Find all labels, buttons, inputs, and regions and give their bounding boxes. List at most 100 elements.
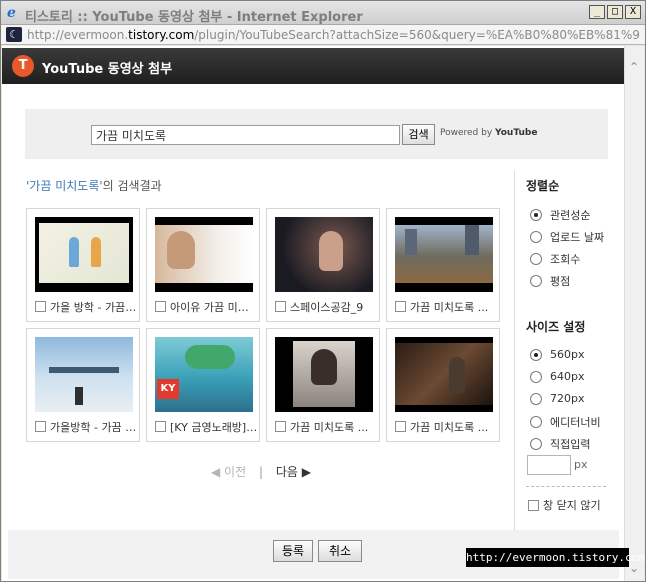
- thumbnail-image: [293, 341, 355, 407]
- radio-button[interactable]: [530, 438, 542, 450]
- keep-open-label: 창 닫지 않기: [543, 499, 601, 512]
- address-url[interactable]: http://evermoon.tistory.com/plugin/YouTu…: [27, 28, 639, 42]
- video-caption: 가을방학 - 가끔 미치도록: [50, 421, 138, 434]
- prev-page-link[interactable]: ◀ 이전: [211, 465, 246, 479]
- thumbnail-image: [275, 217, 373, 292]
- video-checkbox[interactable]: [35, 301, 46, 312]
- size-option-720[interactable]: 720px: [530, 392, 585, 405]
- video-checkbox[interactable]: [35, 421, 46, 432]
- address-bar[interactable]: ☾ http://evermoon.tistory.com/plugin/You…: [1, 25, 645, 45]
- dialog-title: YouTube 동영상 첨부: [42, 62, 173, 77]
- radio-button[interactable]: [530, 275, 542, 287]
- size-option-560[interactable]: 560px: [530, 348, 585, 361]
- radio-button[interactable]: [530, 253, 542, 265]
- thumbnail-image: [39, 223, 129, 283]
- video-thumbnail[interactable]: [275, 217, 373, 292]
- video-thumbnail[interactable]: [35, 337, 133, 412]
- video-caption: 아이유 가끔 미치도록: [170, 301, 258, 314]
- page-content: T YouTube 동영상 첨부 검색 Powered by YouTube '…: [2, 46, 624, 581]
- video-card[interactable]: 가끔 미치도록 ...: [386, 328, 500, 442]
- search-button[interactable]: 검색: [402, 124, 435, 145]
- minimize-button[interactable]: _: [589, 5, 605, 19]
- sort-option-relevance[interactable]: 관련성순: [530, 207, 590, 223]
- keep-open-option[interactable]: 창 닫지 않기: [528, 497, 601, 513]
- size-option-editor-width[interactable]: 에디터너비: [530, 414, 601, 430]
- result-heading: '가끔 미치도록'의 검색결과: [26, 177, 162, 194]
- video-thumbnail[interactable]: [395, 337, 493, 412]
- radio-button[interactable]: [530, 392, 542, 405]
- px-unit-label: px: [574, 458, 588, 471]
- sort-option-rating[interactable]: 평점: [530, 273, 570, 289]
- video-card[interactable]: 가끔 미치도록 ...: [386, 208, 500, 322]
- video-caption: 가끔 미치도록 ...: [410, 301, 489, 314]
- video-caption: 스페이스공감_9: [290, 301, 364, 314]
- sort-option-views[interactable]: 조회수: [530, 251, 580, 267]
- custom-size-input[interactable]: [527, 455, 571, 475]
- url-domain: tistory.com: [128, 28, 195, 42]
- video-checkbox[interactable]: [395, 421, 406, 432]
- url-path: /plugin/YouTubeSearch?attachSize=560&que…: [194, 28, 639, 42]
- video-card[interactable]: KY [KY 금영노래방] 가끔 미치도록: [146, 328, 260, 442]
- size-option-custom[interactable]: 직접입력: [530, 436, 590, 452]
- pagination: ◀ 이전 | 다음 ▶: [211, 463, 311, 480]
- youtube-brand: YouTube: [495, 128, 538, 138]
- maximize-button[interactable]: □: [607, 5, 623, 19]
- size-option-640[interactable]: 640px: [530, 370, 585, 383]
- sort-heading: 정렬순: [526, 179, 560, 193]
- browser-window: e 티스토리 :: YouTube 동영상 첨부 - Internet Expl…: [0, 0, 646, 582]
- size-heading: 사이즈 설정: [526, 320, 586, 334]
- radio-button[interactable]: [530, 416, 542, 428]
- search-input[interactable]: [91, 125, 400, 145]
- video-card[interactable]: 가을방학 - 가끔 미치도록: [26, 328, 140, 442]
- radio-button[interactable]: [530, 231, 542, 243]
- video-caption: 가을 방학 - 가끔 미치도록: [50, 301, 138, 314]
- video-card[interactable]: 가끔 미치도록 ...: [266, 328, 380, 442]
- radio-label: 720px: [550, 392, 585, 405]
- video-thumbnail[interactable]: [155, 217, 253, 292]
- cancel-button[interactable]: 취소: [318, 540, 362, 562]
- video-thumbnail[interactable]: KY: [155, 337, 253, 412]
- sidebar-separator: [526, 486, 606, 487]
- video-checkbox[interactable]: [395, 301, 406, 312]
- video-card[interactable]: 가을 방학 - 가끔 미치도록: [26, 208, 140, 322]
- internet-explorer-icon: e: [7, 5, 16, 21]
- radio-label: 관련성순: [550, 209, 591, 222]
- url-prefix: http://evermoon.: [27, 28, 129, 42]
- video-card[interactable]: 스페이스공감_9: [266, 208, 380, 322]
- radio-label: 직접입력: [550, 438, 591, 451]
- video-checkbox[interactable]: [155, 421, 166, 432]
- powered-by-youtube: Powered by YouTube: [440, 128, 537, 138]
- thumbnail-image: [395, 343, 493, 405]
- radio-label: 업로드 날짜: [550, 231, 605, 244]
- window-controls: _ □ X: [589, 5, 641, 19]
- radio-button[interactable]: [530, 370, 542, 383]
- register-button[interactable]: 등록: [273, 540, 313, 562]
- radio-label: 조회수: [550, 253, 581, 266]
- sidebar-divider: [514, 171, 515, 566]
- radio-label: 640px: [550, 370, 585, 383]
- video-card[interactable]: 아이유 가끔 미치도록: [146, 208, 260, 322]
- title-bar: e 티스토리 :: YouTube 동영상 첨부 - Internet Expl…: [1, 1, 645, 25]
- vertical-scrollbar[interactable]: ⌃ ⌄: [624, 46, 644, 581]
- site-favicon-icon: ☾: [6, 27, 22, 42]
- thumbnail-image: KY: [155, 337, 253, 412]
- video-checkbox[interactable]: [275, 421, 286, 432]
- search-panel: 검색 Powered by YouTube: [25, 109, 608, 159]
- next-page-link[interactable]: 다음 ▶: [276, 465, 311, 479]
- thumbnail-image: [155, 225, 253, 283]
- window-title: 티스토리 :: YouTube 동영상 첨부 - Internet Explor…: [25, 10, 363, 25]
- video-thumbnail[interactable]: [395, 217, 493, 292]
- close-button[interactable]: X: [625, 5, 641, 19]
- radio-label: 평점: [550, 275, 571, 288]
- radio-button[interactable]: [530, 209, 542, 221]
- radio-button[interactable]: [530, 348, 542, 361]
- video-checkbox[interactable]: [275, 301, 286, 312]
- video-thumbnail[interactable]: [35, 217, 133, 292]
- sort-option-upload-date[interactable]: 업로드 날짜: [530, 229, 604, 245]
- dialog-header: T YouTube 동영상 첨부: [2, 48, 624, 84]
- keep-open-checkbox[interactable]: [528, 499, 539, 511]
- video-thumbnail[interactable]: [275, 337, 373, 412]
- video-checkbox[interactable]: [155, 301, 166, 312]
- result-query: '가끔 미치도록': [26, 179, 103, 193]
- scroll-up-icon[interactable]: ⌃: [629, 60, 639, 74]
